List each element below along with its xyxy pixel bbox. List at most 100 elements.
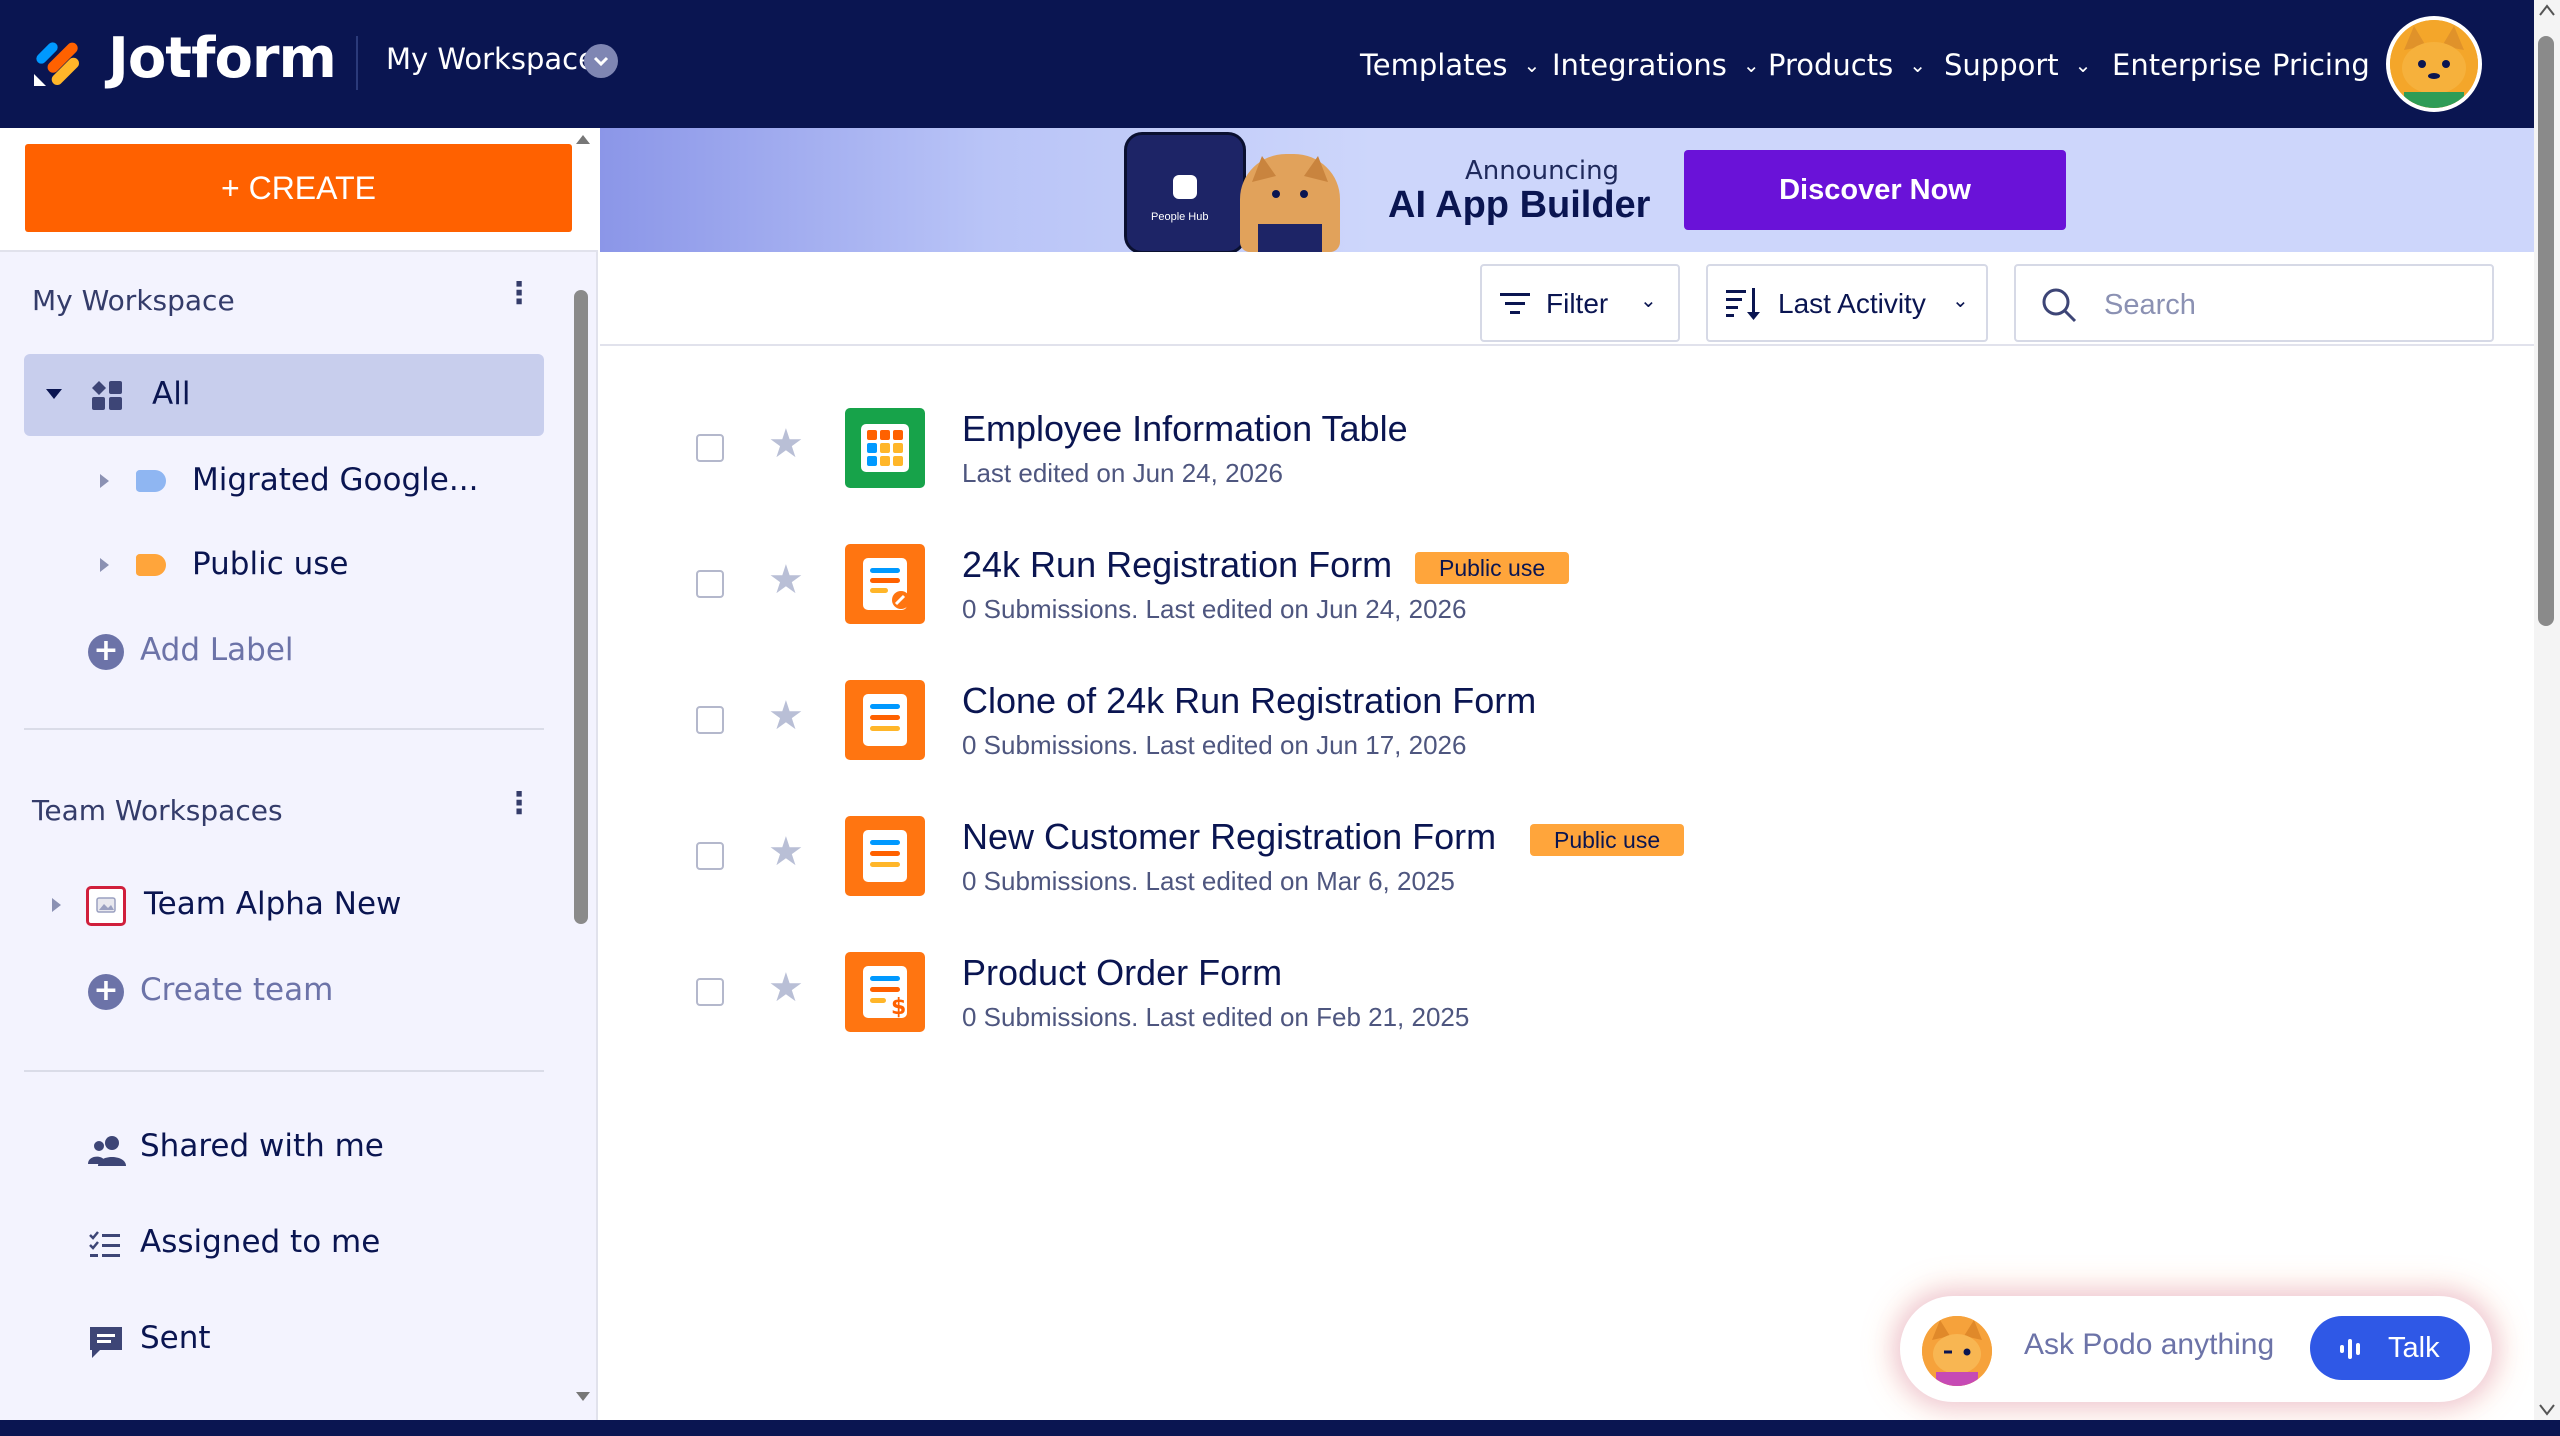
label-name: Migrated Google...	[192, 462, 479, 498]
nav-templates[interactable]: Templates ⌄	[1360, 48, 1540, 82]
workspace-switcher[interactable]: My Workspace	[386, 42, 596, 76]
form-title[interactable]: Clone of 24k Run Registration Form	[962, 680, 1536, 722]
star-icon[interactable]: ★	[768, 560, 804, 600]
sidebar-item-sent[interactable]: Sent	[140, 1320, 211, 1356]
form-subtitle: Last edited on Jun 24, 2026	[962, 458, 1283, 488]
sidebar-scroll-thumb[interactable]	[574, 290, 588, 924]
filter-icon	[1500, 293, 1530, 314]
sort-button[interactable]: Last Activity ⌄	[1706, 264, 1988, 342]
label-name: Public use	[192, 546, 349, 582]
label-tag-icon	[136, 470, 166, 492]
form-row[interactable]: ★ 24k Run Registration Form Public use 0…	[600, 528, 2534, 648]
row-checkbox[interactable]	[696, 842, 724, 870]
chevron-down-icon: ⌄	[1640, 290, 1657, 312]
all-forms-icon	[92, 381, 122, 410]
add-icon[interactable]: +	[88, 634, 124, 670]
create-area: + CREATE	[0, 128, 598, 252]
promo-banner: People Hub Announcing AI App Builder Dis…	[600, 128, 2534, 252]
label-badge: Public use	[1415, 552, 1570, 584]
team-item-alpha-new[interactable]: Team Alpha New	[24, 864, 544, 946]
row-checkbox[interactable]	[696, 570, 724, 598]
row-checkbox[interactable]	[696, 978, 724, 1006]
chevron-down-icon: ⌄	[1523, 53, 1541, 77]
form-title[interactable]: 24k Run Registration Form	[962, 544, 1392, 586]
row-checkbox[interactable]	[696, 706, 724, 734]
message-icon	[90, 1327, 122, 1358]
star-icon[interactable]: ★	[768, 424, 804, 464]
podo-cat-illustration	[1240, 154, 1340, 252]
form-title[interactable]: New Customer Registration Form	[962, 816, 1496, 858]
nav-products[interactable]: Products ⌄	[1768, 48, 1926, 82]
form-title[interactable]: Product Order Form	[962, 952, 1282, 994]
form-row[interactable]: ★ Clone of 24k Run Registration Form 0 S…	[600, 664, 2534, 784]
nav-enterprise[interactable]: Enterprise	[2112, 48, 2261, 82]
star-icon[interactable]: ★	[768, 832, 804, 872]
list-toolbar: Filter ⌄ Last Activity ⌄	[600, 252, 2534, 346]
form-payment-icon: $	[845, 952, 925, 1032]
podo-prompt[interactable]: Ask Podo anything	[2024, 1328, 2274, 1362]
form-icon	[845, 680, 925, 760]
team-avatar-icon	[86, 886, 126, 926]
nav-pricing[interactable]: Pricing	[2272, 48, 2370, 82]
sidebar-divider	[24, 1070, 544, 1072]
more-options-icon[interactable]: ⋮	[504, 789, 534, 819]
more-options-icon[interactable]: ⋮	[504, 279, 534, 309]
podo-assistant[interactable]: Ask Podo anything Talk	[1900, 1296, 2492, 1402]
caret-down-icon[interactable]	[46, 389, 62, 399]
chevron-down-icon: ⌄	[1909, 53, 1926, 77]
caret-right-icon[interactable]	[52, 898, 61, 912]
phone-illustration: People Hub	[1124, 132, 1246, 252]
bottom-bar	[0, 1420, 2560, 1436]
scroll-down-icon[interactable]	[574, 1390, 592, 1404]
caret-right-icon[interactable]	[100, 558, 109, 572]
scroll-up-icon[interactable]	[2539, 4, 2555, 16]
table-icon	[845, 408, 925, 488]
team-workspaces-title: Team Workspaces	[32, 794, 283, 827]
nav-support[interactable]: Support ⌄	[1944, 48, 2091, 82]
podo-avatar	[1922, 1316, 1992, 1386]
audio-wave-icon	[2340, 1339, 2360, 1359]
chevron-down-icon: ⌄	[1952, 290, 1969, 312]
sidebar-divider	[24, 728, 544, 730]
form-row[interactable]: ★ Employee Information Table Last edited…	[600, 392, 2534, 512]
sidebar-item-shared[interactable]: Shared with me	[140, 1128, 384, 1164]
form-title[interactable]: Employee Information Table	[962, 408, 1408, 450]
filter-button[interactable]: Filter ⌄	[1480, 264, 1680, 342]
chevron-down-icon: ⌄	[1742, 53, 1760, 77]
add-icon[interactable]: +	[88, 974, 124, 1010]
sidebar-item-all[interactable]: All	[24, 354, 544, 436]
star-icon[interactable]: ★	[768, 968, 804, 1008]
chevron-down-icon: ⌄	[2074, 53, 2092, 77]
sidebar-item-label: All	[152, 376, 191, 412]
jotform-logo-icon[interactable]	[30, 28, 86, 88]
main-scroll-thumb[interactable]	[2538, 36, 2554, 626]
svg-text:$: $	[891, 995, 906, 1020]
create-team-button[interactable]: Create team	[140, 972, 333, 1008]
chevron-down-icon[interactable]	[584, 44, 618, 78]
banner-announcing: Announcing	[1464, 156, 1620, 186]
sidebar-label-public-use[interactable]: Public use	[24, 524, 544, 606]
talk-button[interactable]: Talk	[2310, 1316, 2470, 1380]
discover-now-button[interactable]: Discover Now	[1684, 150, 2066, 230]
scroll-down-icon[interactable]	[2539, 1404, 2555, 1416]
form-row[interactable]: ★ $ Product Order Form 0 Submissions. La…	[600, 936, 2534, 1056]
row-checkbox[interactable]	[696, 434, 724, 462]
search-input[interactable]	[2102, 284, 2476, 326]
create-button[interactable]: + CREATE	[25, 144, 572, 232]
form-subtitle: 0 Submissions. Last edited on Jun 17, 20…	[962, 730, 1467, 760]
brand-name[interactable]: Jotform	[108, 26, 337, 91]
search-icon	[2042, 288, 2077, 323]
scroll-up-icon[interactable]	[574, 132, 592, 146]
brand-separator	[356, 36, 358, 90]
sort-icon	[1726, 288, 1760, 320]
form-subtitle: 0 Submissions. Last edited on Mar 6, 202…	[962, 866, 1455, 896]
user-avatar[interactable]	[2386, 16, 2482, 112]
caret-right-icon[interactable]	[100, 474, 109, 488]
sidebar-label-migrated[interactable]: Migrated Google...	[24, 440, 544, 522]
nav-integrations[interactable]: Integrations ⌄	[1552, 48, 1760, 82]
star-icon[interactable]: ★	[768, 696, 804, 736]
sidebar-item-assigned[interactable]: Assigned to me	[140, 1224, 380, 1260]
form-row[interactable]: ★ New Customer Registration Form Public …	[600, 800, 2534, 920]
sidebar: + CREATE My Workspace ⋮ All Migrated Goo…	[0, 128, 598, 1420]
add-label-button[interactable]: Add Label	[140, 632, 294, 668]
